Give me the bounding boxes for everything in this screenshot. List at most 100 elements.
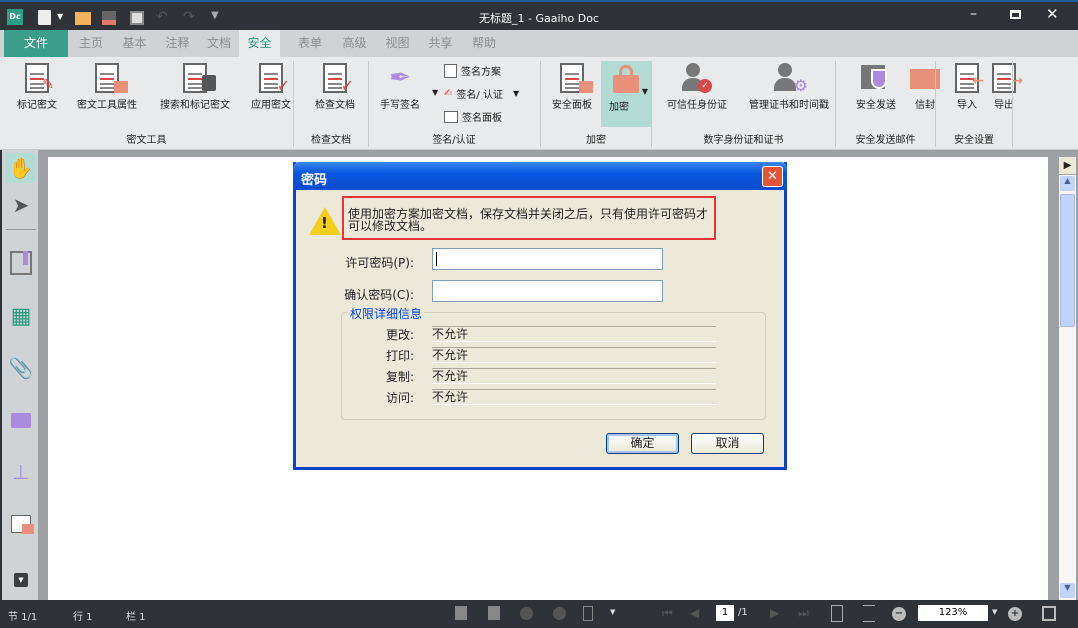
separator xyxy=(1012,61,1013,147)
group-label-digital-id: 数字身份证和证书 xyxy=(703,135,784,146)
last-page-icon[interactable]: ⏭ xyxy=(798,606,809,621)
fit-page-icon[interactable] xyxy=(863,605,875,622)
cancel-button[interactable]: 取消 xyxy=(691,433,764,454)
comments-icon[interactable] xyxy=(6,405,36,435)
text-cursor xyxy=(436,252,437,266)
envelope-button[interactable]: 信封 xyxy=(906,63,944,111)
column-indicator: 栏 1 xyxy=(126,612,146,623)
sidebar-expand-icon[interactable]: ▼ xyxy=(6,565,36,595)
thumbnails-icon[interactable]: ▦ xyxy=(6,301,36,331)
mark-redaction-button[interactable]: ✎ 标记密文 xyxy=(10,63,64,111)
apply-redaction-button[interactable]: ✓ 应用密文 xyxy=(246,63,296,111)
zoom-out-icon[interactable]: − xyxy=(892,607,906,621)
select-tool-icon[interactable]: ➤ xyxy=(6,190,36,220)
trusted-id-icon: ✓ xyxy=(682,63,712,93)
zoom-dropdown-icon[interactable]: ▼ xyxy=(992,608,997,616)
sign-panel-button[interactable]: 签名面板 xyxy=(444,109,502,124)
ok-button[interactable]: 确定 xyxy=(606,433,679,454)
group-label-secure-mail: 安全发送邮件 xyxy=(855,135,916,146)
forward-icon[interactable] xyxy=(553,607,566,620)
sign-verify-button[interactable]: ✍ 签名/ 认证 ▼ xyxy=(444,86,519,101)
tab-home[interactable]: 主页 xyxy=(70,30,112,57)
encrypt-button[interactable]: 加密 ▼ xyxy=(601,61,651,127)
shield-icon xyxy=(861,63,891,93)
vertical-scrollbar[interactable]: ▲ ▼ xyxy=(1059,175,1076,600)
sign-dropdown-icon[interactable]: ▼ xyxy=(432,88,438,97)
mark-redaction-icon: ✎ xyxy=(22,63,54,93)
left-sidebar: ✋ ➤ ▦ 📎 ⊥ ▼ xyxy=(0,150,38,600)
search-redact-button[interactable]: 搜索和标记密文 xyxy=(154,63,236,111)
export-button[interactable]: → 导出 xyxy=(985,63,1023,111)
encrypt-dropdown-icon[interactable]: ▼ xyxy=(642,87,648,96)
sign-panel-icon xyxy=(444,110,458,123)
panel-toggle-button[interactable]: ▶ xyxy=(1059,157,1076,174)
permission-password-input[interactable] xyxy=(432,248,663,270)
tab-help[interactable]: 帮助 xyxy=(462,30,506,57)
tab-document[interactable]: 文档 xyxy=(199,30,239,57)
page-layout-icon[interactable] xyxy=(583,606,593,621)
maximize-button[interactable] xyxy=(1010,10,1021,19)
security-icon[interactable] xyxy=(6,509,36,539)
search-redact-icon xyxy=(180,63,216,93)
inspect-document-button[interactable]: ✓ 检查文档 xyxy=(308,63,362,111)
handwrite-sign-button[interactable]: ✒ 手写签名 xyxy=(374,63,426,111)
tab-advanced[interactable]: 高级 xyxy=(333,30,376,57)
permission-label-copy: 复制: xyxy=(385,370,414,384)
page-number-input[interactable]: 1 xyxy=(716,605,734,621)
tab-share[interactable]: 共享 xyxy=(419,30,462,57)
stamp-icon[interactable]: ⊥ xyxy=(6,457,36,487)
next-page-icon[interactable]: ▶ xyxy=(770,606,779,620)
ribbon: ✎ 标记密文 密文工具属性 搜索和标记密文 ✓ 应用密文 密文工具 ✓ 检查文档 检查… xyxy=(0,57,1078,150)
previous-page-icon[interactable]: ◀ xyxy=(690,606,699,620)
back-icon[interactable] xyxy=(520,607,533,620)
warning-message: 使用加密方案加密文档，保存文档并关闭之后，只有使用许可密码才可以修改文档。 xyxy=(342,196,716,240)
lock-icon xyxy=(613,65,639,95)
fullscreen-icon[interactable] xyxy=(1042,606,1056,621)
hand-tool-icon[interactable]: ✋ xyxy=(6,153,36,183)
tab-security[interactable]: 安全 xyxy=(239,30,280,57)
inspect-document-icon: ✓ xyxy=(320,63,354,95)
window-title: 无标题_1 - Gaaiho Doc xyxy=(479,12,599,25)
bookmark-icon[interactable] xyxy=(6,248,36,278)
title-bar: Dc ▼ ↶ ↷ ▼ 无标题_1 - Gaaiho Doc – ✕ xyxy=(0,0,1078,30)
zoom-level-input[interactable]: 123% xyxy=(918,605,988,621)
redaction-properties-button[interactable]: 密文工具属性 xyxy=(72,63,142,111)
permission-label-access: 访问: xyxy=(385,391,414,405)
zoom-in-icon[interactable]: + xyxy=(1008,607,1022,621)
group-label-sign: 签名/认证 xyxy=(432,135,476,146)
fit-width-icon[interactable] xyxy=(831,605,843,622)
scroll-up-button[interactable]: ▲ xyxy=(1060,176,1075,191)
attachment-icon[interactable]: 📎 xyxy=(6,353,36,383)
first-page-icon[interactable]: ⏮ xyxy=(662,606,673,621)
security-panel-button[interactable]: 安全面板 xyxy=(546,63,598,111)
redaction-properties-icon xyxy=(92,63,128,93)
tab-file[interactable]: 文件 xyxy=(4,30,68,57)
scroll-down-button[interactable]: ▼ xyxy=(1060,583,1075,598)
divider xyxy=(6,229,36,230)
trusted-ids-button[interactable]: ✓ 可信任身份证 xyxy=(660,63,734,111)
dialog-title-bar: 密码 xyxy=(293,162,787,190)
tab-form[interactable]: 表单 xyxy=(288,30,332,57)
permissions-group-title: 权限详细信息 xyxy=(348,305,425,322)
tab-view[interactable]: 视图 xyxy=(376,30,419,57)
manage-certs-button[interactable]: ⚙ 管理证书和时间戳 xyxy=(744,63,834,111)
import-button[interactable]: ← 导入 xyxy=(948,63,986,111)
single-page-icon[interactable] xyxy=(455,606,467,620)
tab-basic[interactable]: 基本 xyxy=(113,30,156,57)
tab-comment[interactable]: 注释 xyxy=(156,30,199,57)
layout-dropdown-icon[interactable]: ▼ xyxy=(610,608,615,616)
sign-verify-icon: ✍ xyxy=(444,88,453,99)
sign-scheme-button[interactable]: 签名方案 xyxy=(444,63,501,78)
close-button[interactable]: ✕ xyxy=(1046,5,1059,23)
continuous-page-icon[interactable] xyxy=(488,606,500,620)
minimize-button[interactable]: – xyxy=(970,6,977,22)
certificate-gear-icon: ⚙ xyxy=(774,63,808,95)
security-panel-icon xyxy=(557,63,593,93)
export-icon: → xyxy=(989,63,1023,93)
secure-send-button[interactable]: 安全发送 xyxy=(850,63,902,111)
confirm-password-input[interactable] xyxy=(432,280,663,302)
scroll-thumb[interactable] xyxy=(1060,194,1075,327)
permission-value-print: 不允许 xyxy=(432,347,716,363)
chevron-down-icon[interactable]: ▼ xyxy=(513,89,519,98)
dialog-close-button[interactable]: ✕ xyxy=(762,166,783,187)
